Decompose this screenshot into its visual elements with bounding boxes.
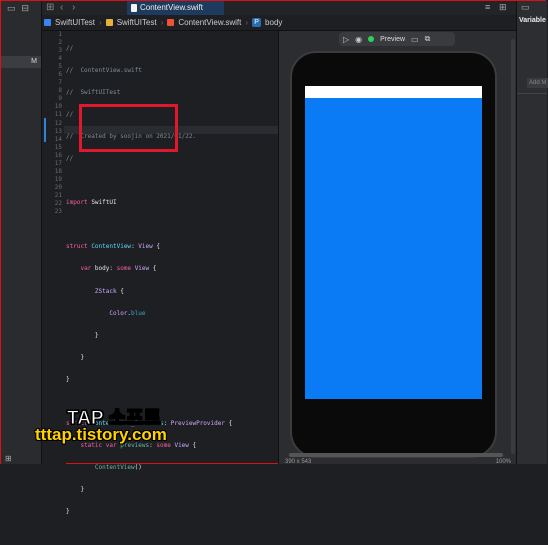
code-line: // SwiftUITest [66,89,121,97]
line-numbers: 1 2 3 4 5 6 7 8 9 10 11 12 13 14 15 16 17 18 19 20 21 22 23 [46,31,62,216]
preview-color-blue [305,98,482,399]
live-status-dot [368,36,375,42]
project-icon [44,19,51,26]
breadcrumb-symbol[interactable]: body [265,18,282,27]
jump-bar: SwiftUITest › SwiftUITest › ContentView.… [42,15,518,31]
line-number: 8 [58,87,62,95]
device-settings-icon[interactable]: ▭ [411,35,419,44]
line-number: 22 [54,199,62,207]
code-line: Color.blue [109,309,146,317]
navigator-panel: ▭ ⊟ M ⊞ [1,1,42,464]
code-line: struct ContentView: View { [66,243,160,251]
canvas-scrollbar[interactable] [511,39,515,454]
tab-label: ContentView.swift [140,3,203,12]
line-number: 13 [54,127,62,135]
code-line: // ContentView.swift [66,67,142,75]
play-icon[interactable]: ▷ [343,35,349,44]
preview-button[interactable]: Preview [380,36,405,43]
line-number: 19 [54,175,62,183]
line-number: 1 [58,31,62,38]
property-badge-icon: P [252,18,262,27]
highlight-annotation-box [79,104,178,152]
file-icon [131,4,137,12]
grid-icon[interactable]: ⊞ [46,2,54,13]
inspect-icon[interactable]: ◉ [355,35,362,44]
breadcrumb-file[interactable]: ContentView.swift [178,18,241,27]
line-number: 3 [58,47,62,55]
inspector-title: Variable [519,17,546,24]
filter-icon[interactable]: ⊞ [5,454,12,463]
inspector-divider [517,93,547,94]
forward-icon[interactable]: › [72,2,75,13]
line-number: 9 [58,95,62,103]
hierarchy-icon[interactable]: ⊟ [22,3,30,14]
code-line: } [66,353,85,361]
swift-file-icon [167,19,175,26]
line-number: 21 [54,191,62,199]
canvas-toolbar: ▷ ◉ Preview ▭ ⧉ [339,32,455,46]
line-number: 16 [54,151,62,159]
zoom-level[interactable]: 100% [496,459,511,465]
line-number: 15 [54,143,62,151]
chevron-right-icon: › [245,18,249,27]
line-number: 11 [54,111,62,119]
duplicate-icon[interactable]: ⧉ [425,34,431,44]
line-number: 4 [58,55,62,63]
split-editor-icon[interactable]: ⊞ [499,2,507,13]
code-line: } [66,507,70,515]
inspector-panel: ▭ Variable Add M [516,1,548,464]
add-editor-icon[interactable]: ≡ [485,2,490,12]
canvas-home-bar [289,453,503,457]
line-number: 5 [58,63,62,71]
code-line: // [66,45,74,52]
code-line: ContentView() [94,463,142,471]
code-line: ZStack { [94,287,124,295]
navigator-toolbar: ▭ ⊟ [1,1,41,15]
inspector-toggle-icon[interactable]: ▭ [521,2,530,13]
code-line: // [66,155,74,163]
tab-contentview[interactable]: ContentView.swift [127,1,224,15]
breadcrumb-project[interactable]: SwiftUITest [55,18,95,27]
line-number: 6 [58,71,62,79]
folder-icon [105,19,113,26]
tab-bar: ⊞ ‹ › ContentView.swift ≡ ⊞ [42,1,516,16]
preview-canvas: ▷ ◉ Preview ▭ ⧉ 390 x 543 100% [278,31,517,465]
line-number: 2 [58,39,62,47]
line-number: 18 [54,167,62,175]
preview-status-area [305,86,482,98]
line-number: 17 [54,159,62,167]
chevron-right-icon: › [160,18,164,27]
code-line: } [66,375,70,383]
line-number: 23 [54,208,62,216]
line-number: 10 [54,103,62,111]
code-line: import SwiftUI [66,199,117,207]
breadcrumb-group[interactable]: SwiftUITest [117,18,157,27]
code-line: } [66,485,85,493]
canvas-size-label: 390 x 543 [285,459,312,465]
code-line: var body: some View { [80,265,157,273]
line-number: 14 [54,135,62,143]
line-number: 7 [58,79,62,87]
add-modifier-field[interactable]: Add M [527,78,548,88]
code-line: } [66,331,99,339]
sidebar-toggle-icon[interactable]: ▭ [7,3,16,14]
line-number: 20 [54,183,62,191]
watermark-url: tttap.tistory.com [35,425,167,444]
back-icon[interactable]: ‹ [60,2,63,13]
navigator-selected-row[interactable]: M [1,56,41,68]
chevron-right-icon: › [99,18,102,27]
line-number: 12 [54,119,62,127]
